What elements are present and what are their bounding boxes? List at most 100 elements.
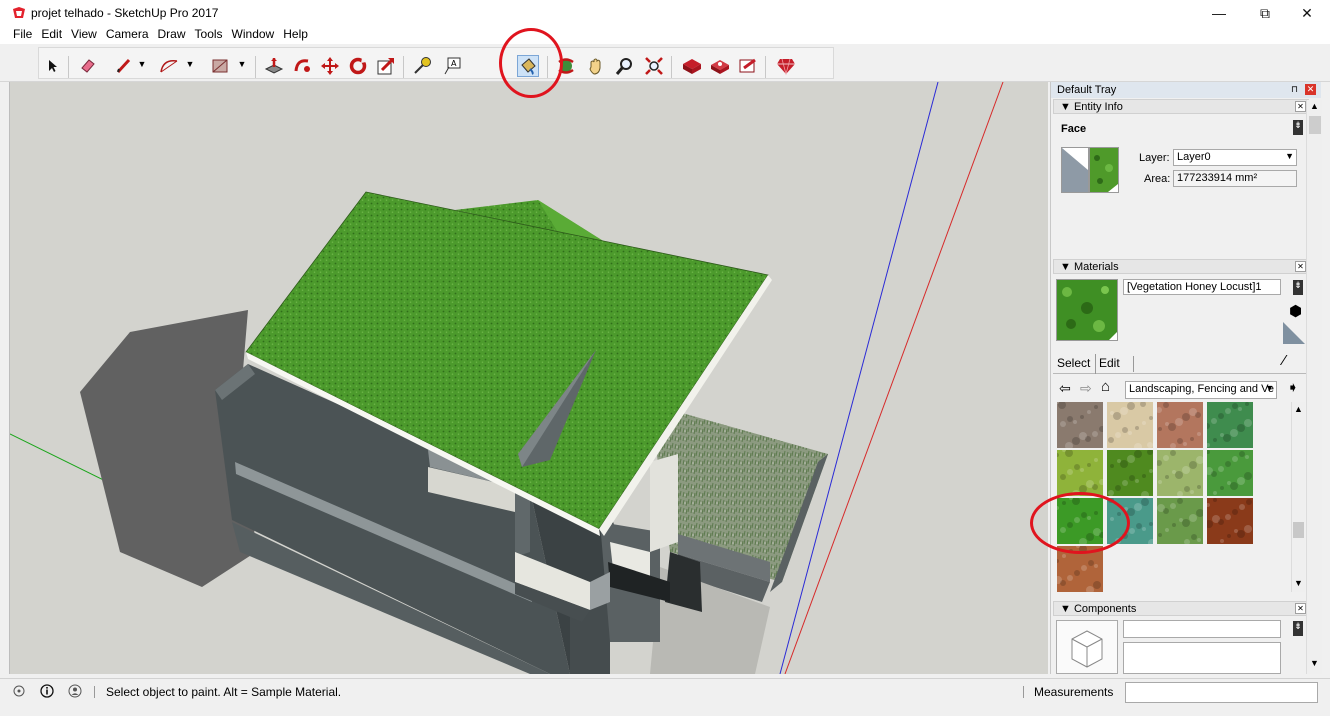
rotate-tool-icon[interactable]: [347, 55, 369, 77]
default-material-icon[interactable]: [1283, 322, 1305, 344]
shrub-swatch[interactable]: [1204, 402, 1253, 448]
back-material-swatch[interactable]: [1061, 147, 1089, 193]
blue-axis: [779, 82, 939, 674]
minimize-button[interactable]: —: [1196, 0, 1242, 26]
swatch-scrollbar[interactable]: ▲ ▼: [1291, 402, 1305, 592]
component-name-field[interactable]: [1123, 620, 1281, 638]
tray-scroll-up-icon[interactable]: ▲: [1310, 101, 1319, 111]
tape-measure-tool-icon[interactable]: [411, 55, 433, 77]
meadow-swatch[interactable]: [1156, 450, 1204, 497]
user-account-icon[interactable]: [68, 684, 82, 698]
line-dropdown-icon[interactable]: ▼: [137, 59, 147, 71]
pan-tool-icon[interactable]: [585, 55, 607, 77]
scale-tool-icon[interactable]: [375, 55, 397, 77]
menu-help[interactable]: Help: [280, 26, 314, 44]
scroll-down-icon[interactable]: ▼: [1294, 578, 1303, 588]
menu-view[interactable]: View: [68, 26, 103, 44]
layer-dropdown-icon[interactable]: ▼: [1285, 151, 1294, 161]
eraser-tool-icon[interactable]: [77, 55, 99, 77]
arc-dropdown-icon[interactable]: ▼: [185, 59, 195, 71]
measurements-label: Measurements: [1034, 685, 1114, 699]
front-material-swatch[interactable]: [1089, 147, 1119, 193]
hedge-swatch[interactable]: [1157, 498, 1204, 545]
share-model-icon[interactable]: [737, 55, 759, 77]
materials-tabs: Select Edit: [1053, 352, 1308, 374]
entity-info-expand-icon[interactable]: ⇟: [1293, 120, 1303, 135]
bark-swatch[interactable]: [1156, 402, 1203, 449]
menu-edit[interactable]: Edit: [38, 26, 68, 44]
measurements-input[interactable]: [1125, 682, 1318, 703]
zoom-tool-icon[interactable]: [613, 55, 635, 77]
text-tool-icon[interactable]: A: [441, 55, 463, 77]
sand-swatch[interactable]: [1107, 402, 1153, 451]
components-header[interactable]: ▼ Components ✕: [1053, 601, 1309, 616]
area-label: Area:: [1144, 173, 1171, 185]
close-button[interactable]: ✕: [1284, 0, 1330, 26]
wood-fence-swatch[interactable]: [1205, 498, 1253, 544]
create-material-icon[interactable]: ⬢: [1289, 302, 1302, 320]
gravel-swatch[interactable]: [1055, 402, 1105, 450]
menu-camera[interactable]: Camera: [103, 26, 155, 44]
tab-select[interactable]: Select: [1057, 356, 1090, 370]
components-expand-icon[interactable]: ⇟: [1293, 621, 1303, 636]
component-preview: [1056, 620, 1118, 674]
material-name-field[interactable]: [Vegetation Honey Locust]1: [1123, 279, 1281, 295]
sample-paint-icon[interactable]: ⁄: [1283, 352, 1286, 369]
components-close-icon[interactable]: ✕: [1295, 603, 1306, 614]
tray-scrollbar[interactable]: ▲ ▼: [1306, 100, 1322, 674]
collection-select[interactable]: Landscaping, Fencing and Ve ▼: [1125, 381, 1277, 399]
forward-arrow-icon[interactable]: ⇨: [1080, 380, 1092, 397]
entity-info-header[interactable]: ▼ Entity Info ✕: [1053, 99, 1309, 114]
pencil-line-tool-icon[interactable]: [113, 55, 135, 77]
ivy-swatch[interactable]: [1107, 449, 1153, 499]
select-tool-icon[interactable]: [41, 55, 63, 77]
tray-scroll-down-icon[interactable]: ▼: [1310, 658, 1319, 668]
layer-select[interactable]: Layer0 ▼: [1173, 149, 1297, 166]
follow-me-tool-icon[interactable]: [291, 55, 313, 77]
collection-dropdown-icon[interactable]: ▼: [1265, 383, 1274, 393]
rectangle-tool-icon[interactable]: [209, 55, 231, 77]
push-pull-tool-icon[interactable]: [263, 55, 285, 77]
tab-edit[interactable]: Edit: [1095, 354, 1126, 374]
menu-file[interactable]: File: [10, 26, 38, 44]
share-component-icon[interactable]: [709, 55, 731, 77]
tray-close-button[interactable]: ✕: [1305, 84, 1316, 95]
current-material-preview: [1056, 279, 1118, 341]
materials-close-icon[interactable]: ✕: [1295, 261, 1306, 272]
materials-header[interactable]: ▼ Materials ✕: [1053, 259, 1309, 274]
lawn-swatch[interactable]: [1205, 450, 1253, 496]
large-toolset-toolbar: ▼ ▼ ▼ A: [0, 44, 1330, 82]
scroll-up-icon[interactable]: ▲: [1294, 404, 1303, 414]
home-icon[interactable]: ⌂: [1101, 378, 1110, 395]
shape-dropdown-icon[interactable]: ▼: [237, 59, 247, 71]
scroll-thumb[interactable]: [1293, 522, 1304, 538]
extension-warehouse-icon[interactable]: [775, 55, 797, 77]
svg-text:A: A: [451, 59, 457, 68]
component-description-field[interactable]: [1123, 642, 1281, 674]
credits-info-icon[interactable]: [40, 684, 54, 698]
lime-grass-swatch[interactable]: [1055, 448, 1105, 498]
tray-header: Default Tray ⊓ ✕: [1051, 82, 1321, 98]
back-arrow-icon[interactable]: ⇦: [1059, 380, 1071, 397]
materials-expand-icon[interactable]: ⇟: [1293, 280, 1303, 295]
menu-window[interactable]: Window: [229, 26, 281, 44]
pin-icon[interactable]: ⊓: [1289, 84, 1300, 95]
entity-info-title: ▼ Entity Info: [1060, 101, 1123, 113]
title-bar: projet telhado - SketchUp Pro 2017 — ⧉ ✕: [0, 0, 1330, 26]
restore-button[interactable]: ⧉: [1242, 0, 1288, 26]
menu-tools[interactable]: Tools: [192, 26, 229, 44]
components-title: ▼ Components: [1060, 603, 1137, 615]
arc-tool-icon[interactable]: [158, 55, 180, 77]
zoom-extents-tool-icon[interactable]: [643, 55, 665, 77]
tray-scroll-thumb[interactable]: [1309, 116, 1321, 134]
geo-location-icon[interactable]: [12, 684, 26, 698]
move-tool-icon[interactable]: [319, 55, 341, 77]
drawing-viewport[interactable]: [9, 82, 1048, 674]
3d-warehouse-icon[interactable]: [681, 55, 703, 77]
layer-value: Layer0: [1177, 151, 1211, 163]
collection-value: Landscaping, Fencing and Ve: [1129, 383, 1274, 395]
entity-info-close-icon[interactable]: ✕: [1295, 101, 1306, 112]
menu-draw[interactable]: Draw: [155, 26, 192, 44]
details-arrow-icon[interactable]: ➧: [1287, 379, 1299, 396]
tray-title: Default Tray: [1057, 84, 1117, 96]
